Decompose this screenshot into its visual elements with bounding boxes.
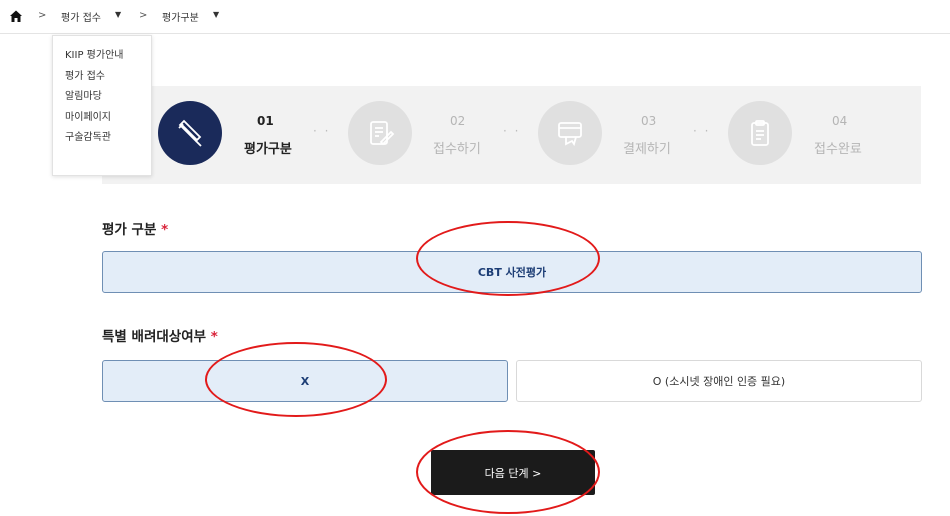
- option-cbt-pretest-label: CBT 사전평가: [477, 266, 547, 279]
- breadcrumb-separator-icon: >: [139, 10, 148, 21]
- required-mark: *: [210, 329, 218, 345]
- step-1-label: 평가구분: [244, 142, 292, 157]
- breadcrumb-bar: > 평가 접수 ▼ > 평가구분 ▼: [0, 0, 950, 34]
- step-3-number: 03: [641, 114, 657, 128]
- option-cbt-pretest[interactable]: CBT 사전평가: [102, 251, 922, 293]
- breadcrumb-item-eval-apply[interactable]: 평가 접수: [61, 9, 101, 24]
- special-care-heading: 특별 배려대상여부 *: [102, 325, 218, 345]
- step-connector: · ·: [313, 124, 331, 138]
- menu-item-oral-supervisor[interactable]: 구술감독관: [53, 130, 151, 151]
- clipboard-icon: [728, 101, 792, 165]
- step-connector: · ·: [503, 124, 521, 138]
- step-1-number: 01: [257, 114, 274, 128]
- step-connector: · ·: [693, 124, 711, 138]
- step-4-number: 04: [832, 114, 848, 128]
- menu-item-notice[interactable]: 알림마당: [53, 89, 151, 110]
- breadcrumb-item-eval-type[interactable]: 평가구분: [162, 9, 199, 24]
- option-special-care-no[interactable]: X: [102, 360, 508, 402]
- option-special-care-yes-label: O (소시넷 장애인 인증 필요): [652, 375, 786, 388]
- menu-item-eval-apply[interactable]: 평가 접수: [53, 69, 151, 90]
- special-care-title: 특별 배려대상여부: [102, 329, 207, 345]
- home-icon[interactable]: [9, 8, 23, 22]
- menu-item-mypage[interactable]: 마이페이지: [53, 110, 151, 131]
- next-step-button[interactable]: 다음 단계 >: [431, 450, 595, 495]
- step-2-label: 접수하기: [433, 142, 481, 157]
- option-special-care-no-label: X: [300, 374, 310, 388]
- card-payment-icon: [538, 101, 602, 165]
- next-step-button-label: 다음 단계 >: [484, 466, 542, 480]
- required-mark: *: [161, 222, 169, 238]
- menu-item-kiip-guide[interactable]: KIIP 평가안내: [53, 48, 151, 69]
- step-4-label: 접수완료: [814, 142, 862, 157]
- document-edit-icon: [348, 101, 412, 165]
- step-3-label: 결제하기: [623, 142, 671, 157]
- step-1-pen-icon: [158, 101, 222, 165]
- step-2-number: 02: [450, 114, 466, 128]
- eval-type-heading: 평가 구분 *: [102, 218, 168, 238]
- chevron-down-icon[interactable]: ▼: [115, 10, 121, 19]
- option-special-care-yes[interactable]: O (소시넷 장애인 인증 필요): [516, 360, 922, 402]
- eval-type-title: 평가 구분: [102, 222, 157, 238]
- breadcrumb-dropdown-menu: KIIP 평가안내 평가 접수 알림마당 마이페이지 구술감독관: [52, 35, 152, 176]
- chevron-down-icon[interactable]: ▼: [213, 10, 219, 19]
- breadcrumb-separator-icon: >: [38, 10, 47, 21]
